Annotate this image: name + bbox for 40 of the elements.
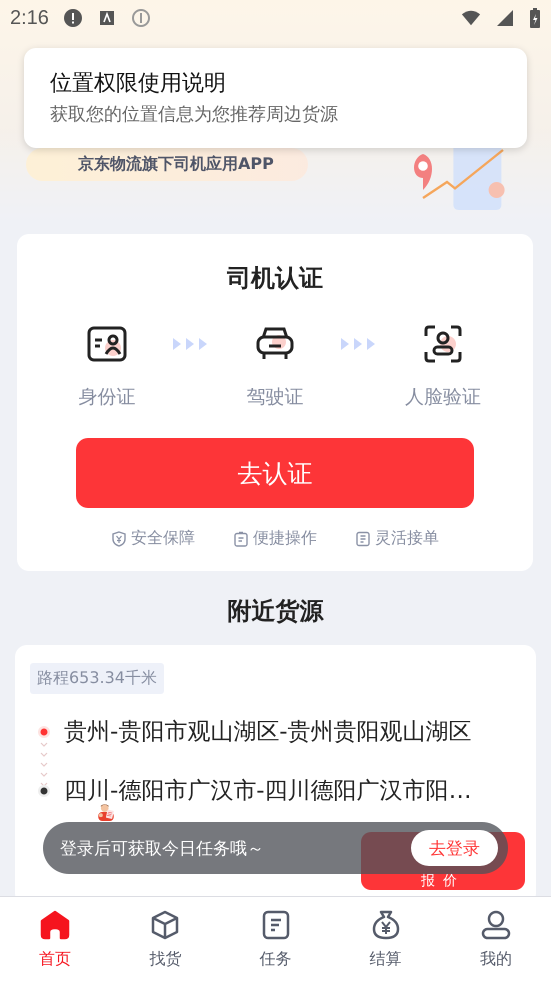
popup-title: 位置权限使用说明 xyxy=(50,70,227,98)
shield-icon xyxy=(111,530,127,546)
step-label: 身份证 xyxy=(78,385,136,410)
toast-text: 登录后可获取今日任务哦～ xyxy=(60,838,264,860)
feature-label: 灵活接单 xyxy=(375,528,439,549)
nav-tab[interactable]: 结算 xyxy=(330,897,441,981)
destination-dot-icon xyxy=(38,784,50,796)
origin-address: 贵州-贵阳市观山湖区-贵州贵阳观山湖区 xyxy=(64,718,472,747)
status-time: 2:16 xyxy=(10,6,49,30)
document-icon xyxy=(355,530,371,546)
nav-tab[interactable]: 我的 xyxy=(440,897,551,981)
step-label: 驾驶证 xyxy=(246,385,304,410)
arrows-icon xyxy=(173,338,209,350)
clipboard-icon xyxy=(233,530,249,546)
box-icon xyxy=(149,909,182,941)
arrows-icon xyxy=(341,338,377,350)
nav-tab[interactable]: 找货 xyxy=(110,897,220,981)
section-title: 附近货源 xyxy=(226,596,325,627)
face-scan-icon xyxy=(423,324,463,364)
feature-label: 安全保障 xyxy=(131,528,195,549)
courier-figure-drawing xyxy=(96,803,116,821)
login-button[interactable]: 去登录 xyxy=(411,830,498,866)
id-card-icon xyxy=(87,324,127,364)
certify-button[interactable]: 去认证 xyxy=(76,438,474,508)
slogan-banner: 京东物流旗下司机应用APP xyxy=(26,148,308,181)
popup-text: 获取您的位置信息为您推荐周边货源 xyxy=(50,103,339,126)
card-title: 司机认证 xyxy=(227,263,323,294)
battery-icon xyxy=(529,7,541,29)
feature-label: 便捷操作 xyxy=(253,528,317,549)
origin-dot-icon xyxy=(38,726,50,738)
step-label: 人脸验证 xyxy=(405,385,481,410)
nav-tab[interactable]: 任务 xyxy=(220,897,331,981)
wifi-icon xyxy=(461,8,481,28)
user-icon xyxy=(480,909,512,941)
nav-tab[interactable]: 首页 xyxy=(0,897,110,981)
signal-icon xyxy=(495,8,515,28)
destination-address: 四川-德阳市广汉市-四川德阳广汉市阳… xyxy=(64,777,472,806)
home-icon xyxy=(39,909,72,941)
distance-tag: 路程653.34千米 xyxy=(30,663,164,694)
alert-icon xyxy=(62,8,83,28)
